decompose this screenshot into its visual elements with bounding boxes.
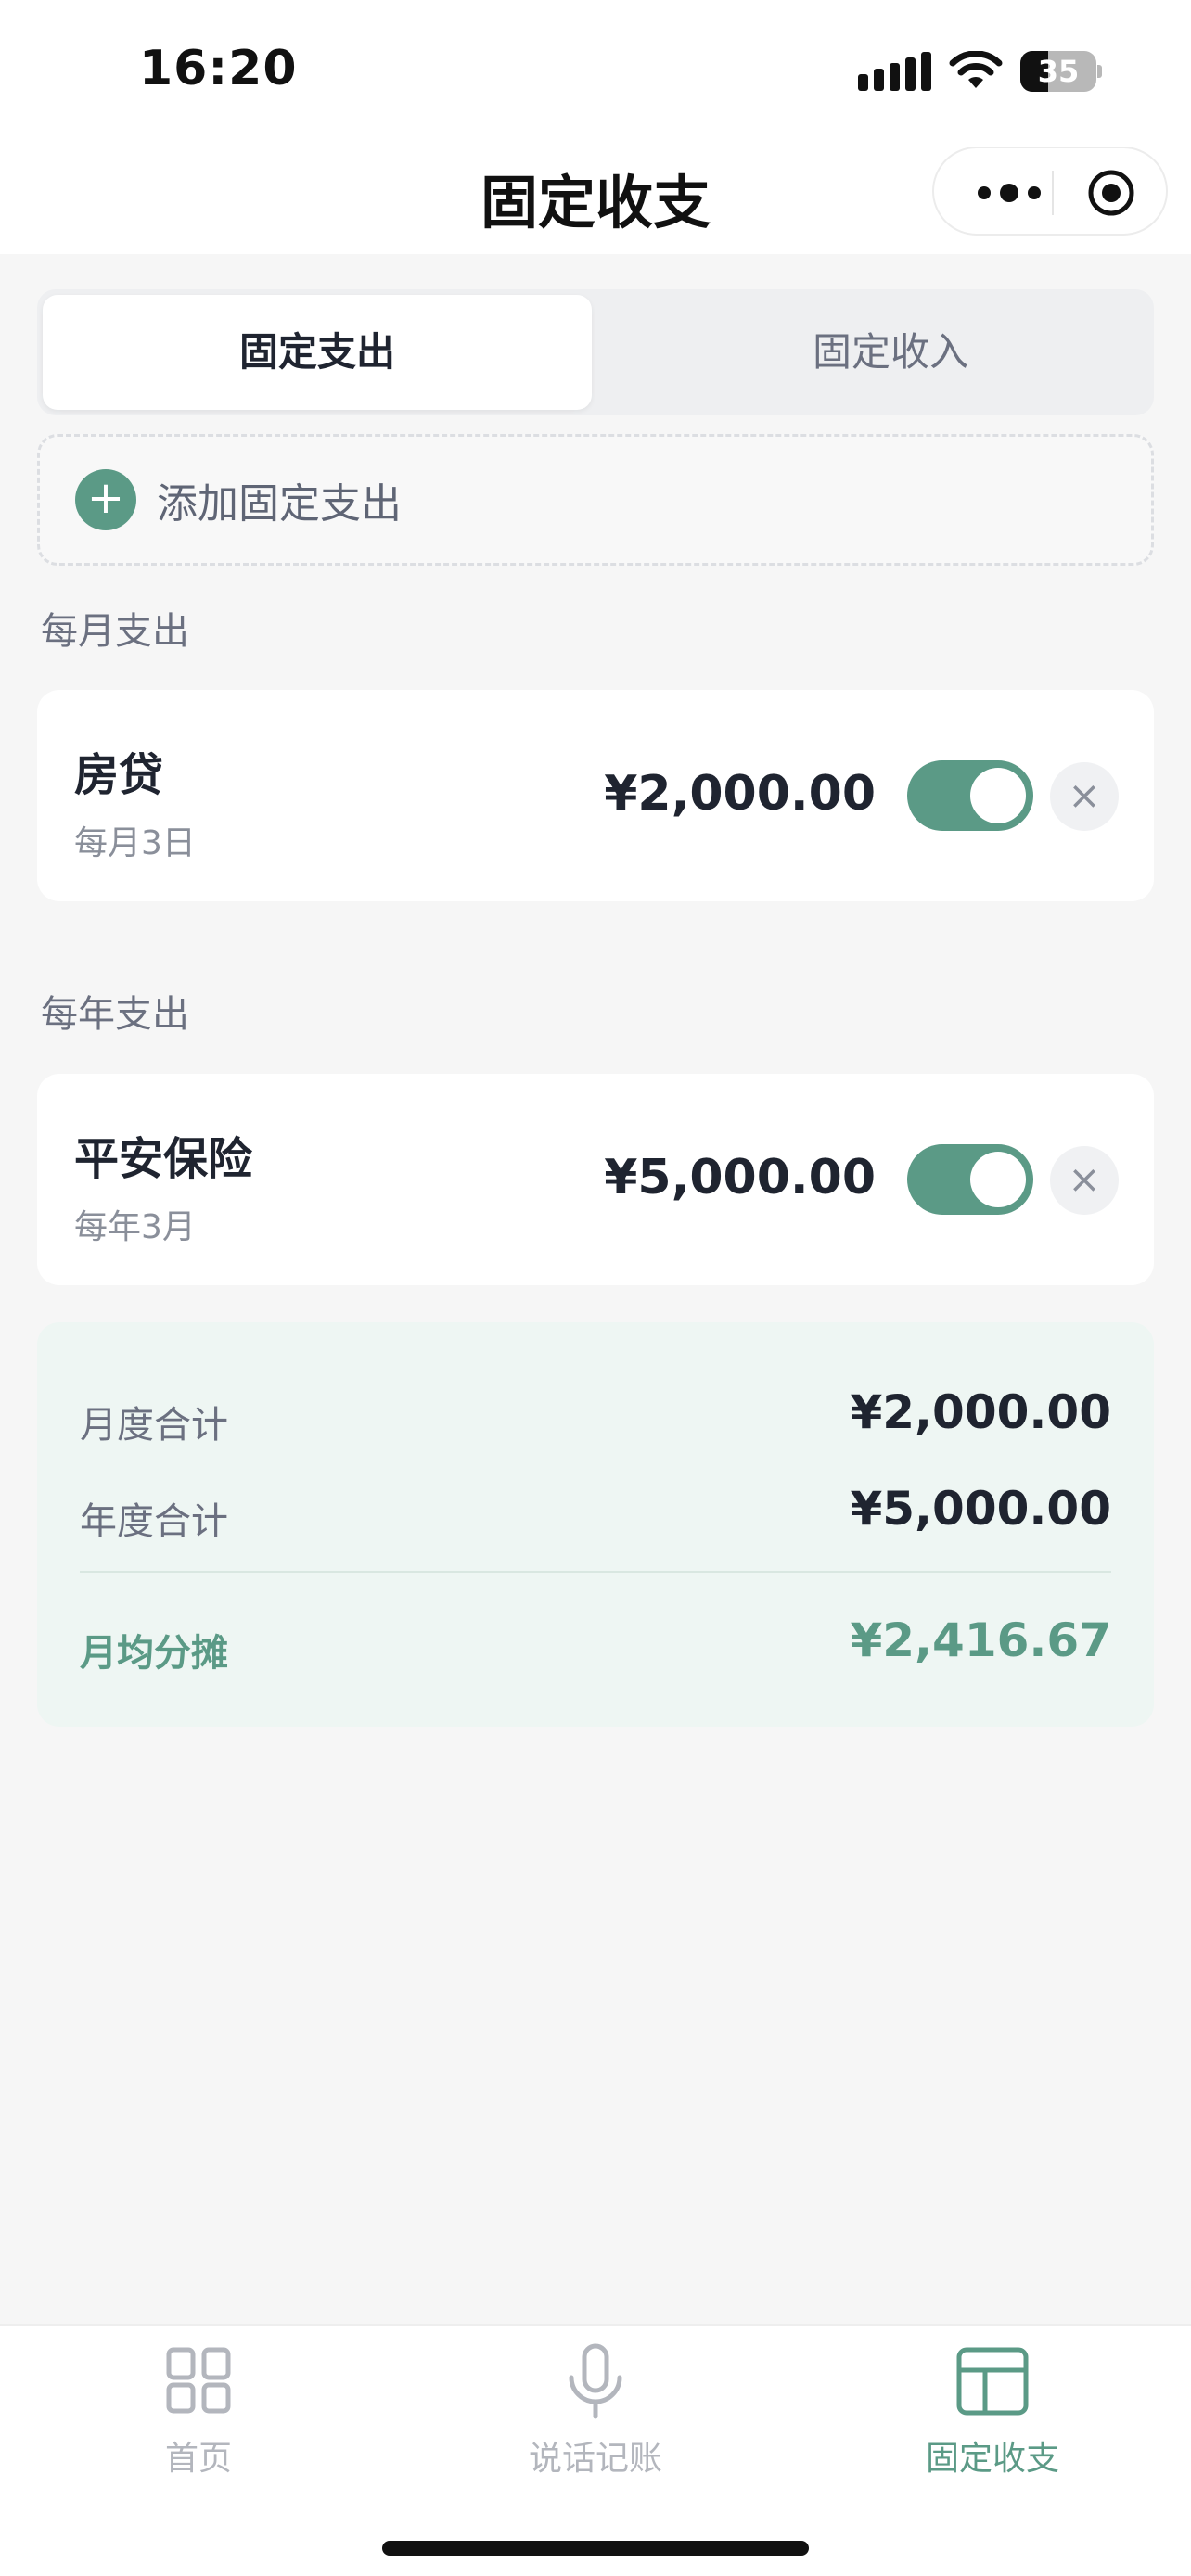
section-title-monthly: 每月支出 bbox=[41, 610, 189, 653]
top-bar: 16:20 35 固定收支 bbox=[0, 0, 1191, 254]
yearly-total-value: ¥5,000.00 bbox=[850, 1482, 1111, 1536]
tabbar-label: 首页 bbox=[164, 2440, 232, 2478]
summary-panel: 月度合计 ¥2,000.00 年度合计 ¥5,000.00 月均分摊 ¥2,41… bbox=[37, 1322, 1154, 1727]
expense-schedule: 每月3日 bbox=[74, 824, 196, 862]
expense-card-insurance: 平安保险 每年3月 ¥5,000.00 × bbox=[37, 1074, 1154, 1285]
more-options-icon[interactable] bbox=[967, 174, 1051, 211]
wifi-icon bbox=[949, 51, 1003, 88]
tabbar-label: 固定收支 bbox=[925, 2440, 1059, 2478]
expense-name: 房贷 bbox=[74, 749, 164, 801]
home-indicator bbox=[382, 2541, 809, 2556]
tabbar-label: 说话记账 bbox=[528, 2440, 662, 2478]
expense-name: 平安保险 bbox=[74, 1133, 253, 1185]
status-time: 16:20 bbox=[139, 41, 298, 96]
monthly-total-label: 月度合计 bbox=[80, 1404, 228, 1447]
monthly-total-value: ¥2,000.00 bbox=[850, 1385, 1111, 1439]
battery-icon: 35 bbox=[1020, 51, 1102, 92]
expense-card-mortgage: 房贷 每月3日 ¥2,000.00 × bbox=[37, 690, 1154, 901]
expense-enabled-toggle[interactable] bbox=[907, 760, 1033, 831]
plus-icon: + bbox=[75, 469, 136, 530]
segment-tabs: 固定支出 固定收入 bbox=[37, 289, 1154, 415]
tabbar-item-home[interactable]: 首页 bbox=[59, 2342, 338, 2491]
close-mini-program-icon[interactable] bbox=[1087, 169, 1135, 217]
expense-amount: ¥5,000.00 bbox=[604, 1150, 876, 1205]
microphone-icon bbox=[569, 2343, 622, 2419]
delete-icon[interactable]: × bbox=[1050, 1146, 1119, 1215]
expense-enabled-toggle[interactable] bbox=[907, 1144, 1033, 1215]
add-fixed-expense-button[interactable]: + 添加固定支出 bbox=[37, 434, 1154, 566]
capsule-divider bbox=[1052, 171, 1054, 215]
tabbar-item-fixed[interactable]: 固定收支 bbox=[853, 2342, 1132, 2491]
layout-icon bbox=[956, 2347, 1029, 2416]
yearly-total-label: 年度合计 bbox=[80, 1500, 228, 1543]
monthly-average-label: 月均分摊 bbox=[80, 1632, 228, 1675]
bottom-tab-bar: 首页 说话记账 固定收支 bbox=[0, 2324, 1191, 2576]
cellular-signal-icon bbox=[858, 52, 931, 91]
expense-schedule: 每年3月 bbox=[74, 1208, 196, 1246]
grid-icon bbox=[166, 2347, 231, 2414]
tabbar-item-voice[interactable]: 说话记账 bbox=[456, 2342, 735, 2491]
add-fixed-expense-label: 添加固定支出 bbox=[157, 480, 402, 528]
battery-level: 35 bbox=[1037, 54, 1080, 89]
tab-fixed-expense[interactable]: 固定支出 bbox=[43, 295, 592, 410]
expense-amount: ¥2,000.00 bbox=[604, 766, 876, 822]
mini-program-capsule bbox=[932, 147, 1168, 236]
status-icons: 35 bbox=[858, 48, 1102, 95]
summary-divider bbox=[80, 1571, 1111, 1573]
monthly-average-value: ¥2,416.67 bbox=[850, 1613, 1111, 1667]
section-title-yearly: 每年支出 bbox=[41, 993, 189, 1036]
delete-icon[interactable]: × bbox=[1050, 762, 1119, 831]
tab-fixed-income[interactable]: 固定收入 bbox=[631, 295, 1150, 410]
